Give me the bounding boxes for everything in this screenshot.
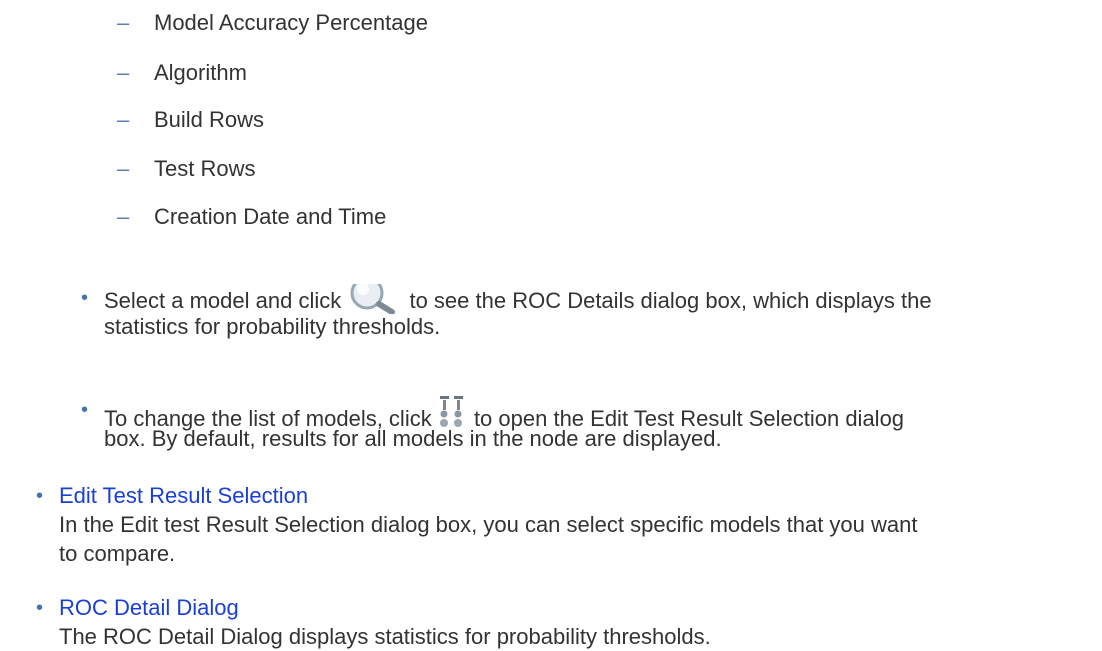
- roc-instruction-text: to see the ROC Details dialog box, which…: [403, 288, 932, 313]
- roc-instruction-text: Select a model and click: [104, 288, 348, 313]
- dash-marker: –: [117, 156, 130, 181]
- sub-list-item: Build Rows: [154, 107, 265, 132]
- sub-list-item: Model Accuracy Percentage: [154, 10, 428, 35]
- bullet-marker: •: [81, 399, 89, 421]
- dash-marker: –: [117, 204, 130, 229]
- sub-list-item: Creation Date and Time: [154, 204, 387, 229]
- link-description-line: The ROC Detail Dialog displays statistic…: [59, 624, 711, 649]
- link-roc-detail-dialog[interactable]: ROC Detail Dialog: [59, 594, 239, 622]
- sub-list-item: Test Rows: [154, 156, 256, 181]
- link-description-line: to compare.: [59, 541, 176, 566]
- roc-instruction-line-2: statistics for probability thresholds.: [104, 314, 441, 339]
- dash-marker: –: [117, 107, 130, 132]
- bullet-marker: •: [81, 287, 89, 309]
- bullet-marker: •: [36, 485, 44, 507]
- link-edit-test-result-selection[interactable]: Edit Test Result Selection: [59, 482, 308, 510]
- bullet-marker: •: [36, 597, 44, 619]
- dash-marker: –: [117, 60, 130, 85]
- sub-list-item: Algorithm: [154, 60, 247, 85]
- dash-marker: –: [117, 10, 130, 35]
- link-description-line: In the Edit test Result Selection dialog…: [59, 512, 918, 537]
- edit-instruction-line-2: box. By default, results for all models …: [104, 426, 722, 451]
